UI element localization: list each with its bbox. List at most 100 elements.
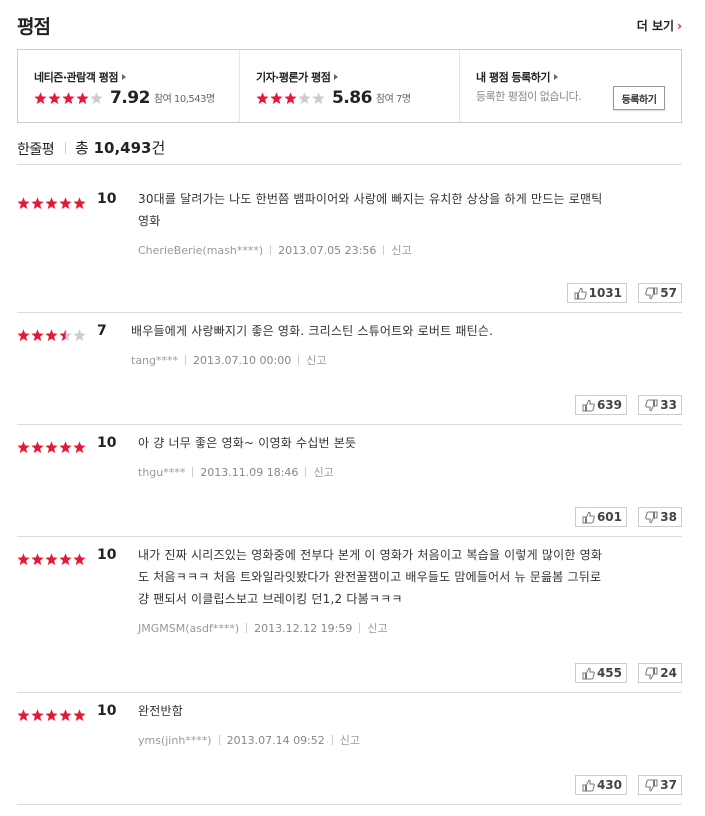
star-filled-icon <box>45 709 58 722</box>
dislike-count: 24 <box>660 666 677 680</box>
one-line-review-header: 한줄평 총 10,493건 <box>17 132 682 165</box>
critic-star-rating <box>256 88 326 107</box>
review-meta: thgu**** 2013.11.09 18:46 신고 <box>138 464 334 480</box>
review-author[interactable]: CherieBerie(mash****) <box>138 244 263 257</box>
like-count: 1031 <box>588 286 622 300</box>
divider <box>270 245 272 255</box>
netizen-rating-link[interactable]: 네티즌·관람객 평점 <box>34 69 126 85</box>
dislike-button[interactable]: 37 <box>638 775 682 795</box>
review-author[interactable]: tang**** <box>131 354 178 367</box>
netizen-score: 7.92 <box>110 87 150 108</box>
thumbs-down-icon <box>645 286 660 300</box>
review-score: 10 <box>97 547 117 563</box>
more-link[interactable]: 더 보기 › <box>637 17 682 34</box>
one-line-review-label: 한줄평 <box>17 142 55 158</box>
critic-participants: 참여 7명 <box>375 94 411 105</box>
my-rating: 내 평점 등록하기 등록한 평점이 없습니다. 등록하기 <box>459 50 682 122</box>
review-score: 10 <box>97 191 117 207</box>
like-button[interactable]: 601 <box>574 507 627 527</box>
like-button[interactable]: 639 <box>574 395 627 415</box>
chevron-right-icon: › <box>677 19 682 33</box>
star-filled-icon <box>31 553 44 566</box>
review-total-count: 총 10,493건 <box>75 137 165 158</box>
review-text: 완전반함 <box>138 700 183 722</box>
star-filled-icon <box>270 92 283 105</box>
divider <box>298 355 300 365</box>
thumbs-down-icon <box>645 778 660 792</box>
review-author[interactable]: JMGMSM(asdf****) <box>138 622 239 635</box>
review-item: 10 완전반함 yms(jinh****) 2013.07.14 09:52 신고 430… <box>17 692 682 805</box>
section-title: 평점 <box>17 16 51 38</box>
report-link[interactable]: 신고 <box>367 622 387 635</box>
like-button[interactable]: 455 <box>574 663 627 683</box>
thumbs-down-icon <box>645 398 660 412</box>
dislike-count: 37 <box>660 778 677 792</box>
thumbs-up-icon <box>582 398 597 412</box>
dislike-button[interactable]: 38 <box>638 507 682 527</box>
like-count: 601 <box>596 510 622 524</box>
total-number: 10,493 <box>93 139 152 157</box>
dislike-count: 38 <box>660 510 677 524</box>
thumbs-up-icon <box>582 778 597 792</box>
thumbs-up-icon <box>582 666 597 680</box>
register-rating-button[interactable]: 등록하기 <box>613 86 665 110</box>
caret-right-icon <box>334 74 339 80</box>
review-star-rating <box>17 325 87 344</box>
review-score: 7 <box>97 323 107 339</box>
star-filled-icon <box>76 92 89 105</box>
caret-right-icon <box>121 74 126 80</box>
review-date: 2013.12.12 19:59 <box>254 622 353 635</box>
review-item: 10 30대를 달려가는 나도 한번쯤 뱀파이어와 사랑에 빠지는 유치한 상상을… <box>17 180 682 313</box>
star-filled-icon <box>45 553 58 566</box>
star-empty-icon <box>73 329 86 342</box>
review-text-line: 완전반함 <box>138 704 183 718</box>
star-filled-icon <box>34 92 47 105</box>
star-filled-icon <box>73 197 86 210</box>
dislike-button[interactable]: 33 <box>638 395 682 415</box>
review-author[interactable]: yms(jinh****) <box>138 734 212 747</box>
my-rating-link[interactable]: 내 평점 등록하기 <box>476 69 558 85</box>
review-author[interactable]: thgu**** <box>138 466 185 479</box>
review-meta: yms(jinh****) 2013.07.14 09:52 신고 <box>138 732 360 748</box>
dislike-count: 33 <box>660 398 677 412</box>
my-rating-label: 내 평점 등록하기 <box>476 71 551 84</box>
like-button[interactable]: 430 <box>574 775 627 795</box>
review-meta: CherieBerie(mash****) 2013.07.05 23:56 신고 <box>138 242 412 258</box>
report-link[interactable]: 신고 <box>340 734 360 747</box>
star-filled-icon <box>31 441 44 454</box>
divider <box>185 355 187 365</box>
dislike-button[interactable]: 57 <box>638 283 682 303</box>
caret-right-icon <box>554 74 558 80</box>
star-empty-icon <box>90 92 103 105</box>
review-date: 2013.07.10 00:00 <box>193 354 292 367</box>
review-meta: tang**** 2013.07.10 00:00 신고 <box>131 352 326 368</box>
review-score: 10 <box>97 703 117 719</box>
critic-rating-link[interactable]: 기자·평론가 평점 <box>256 69 339 85</box>
section-header: 평점 더 보기 › <box>17 0 682 48</box>
like-button[interactable]: 1031 <box>566 283 627 303</box>
netizen-participants: 참여 10,543명 <box>153 94 215 105</box>
report-link[interactable]: 신고 <box>391 244 411 257</box>
review-star-rating <box>17 549 87 568</box>
dislike-count: 57 <box>660 286 677 300</box>
star-filled-icon <box>59 441 72 454</box>
star-filled-icon <box>256 92 269 105</box>
dislike-button[interactable]: 24 <box>638 663 682 683</box>
star-filled-icon <box>48 92 61 105</box>
report-link[interactable]: 신고 <box>313 466 333 479</box>
star-empty-icon <box>312 92 325 105</box>
review-star-rating <box>17 193 87 212</box>
star-filled-icon <box>17 197 30 210</box>
review-item: 7 배우들에게 사랑빠지기 좋은 영화. 크리스틴 스튜어트와 로버트 패틴슨. t… <box>17 312 682 425</box>
my-rating-empty-message: 등록한 평점이 없습니다. <box>476 90 582 103</box>
review-text-line: 내가 진짜 시리즈있는 영화중에 전부다 본게 이 영화가 처음이고 복습을 이… <box>138 548 603 562</box>
review-text-line: 도 처음ㅋㅋㅋ 처음 트와일라잇봤다가 완전꿀잼이고 배우들도 맘에들어서 뉴 … <box>138 570 602 584</box>
star-filled-icon <box>62 92 75 105</box>
star-filled-icon <box>59 197 72 210</box>
rating-summary-box: 네티즌·관람객 평점 7.92 참여 10,543명 기자·평론가 평점 5.86… <box>17 49 682 123</box>
review-meta: JMGMSM(asdf****) 2013.12.12 19:59 신고 <box>138 620 388 636</box>
report-link[interactable]: 신고 <box>306 354 326 367</box>
review-score: 10 <box>97 435 117 451</box>
more-link-label: 더 보기 <box>636 19 675 33</box>
star-filled-icon <box>17 329 30 342</box>
